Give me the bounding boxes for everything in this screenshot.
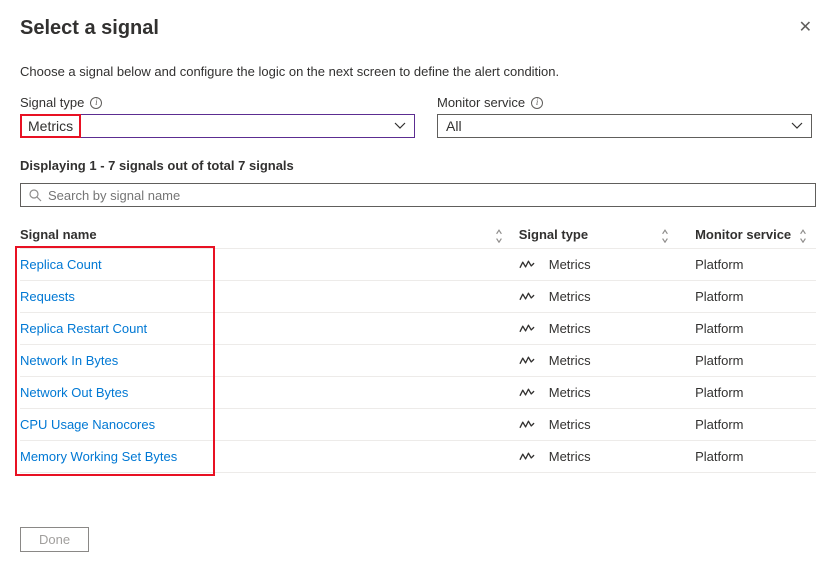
monitor-service-value: All [446,118,462,134]
metric-icon [519,451,535,463]
signal-type-cell: Metrics [549,385,591,400]
column-type-label: Signal type [519,227,588,242]
metric-icon [519,323,535,335]
info-icon[interactable]: i [531,97,543,109]
sort-icon [493,229,505,241]
metric-icon [519,387,535,399]
signal-type-cell: Metrics [549,353,591,368]
signal-type-cell: Metrics [549,449,591,464]
monitor-service-cell: Platform [695,257,743,272]
table-row[interactable]: Requests Metrics Platform [20,281,816,313]
info-icon[interactable]: i [90,97,102,109]
signal-type-cell: Metrics [549,257,591,272]
signal-link[interactable]: Network Out Bytes [20,385,128,400]
column-name-label: Signal name [20,227,97,242]
table-row[interactable]: Network Out Bytes Metrics Platform [20,377,816,409]
metric-icon [519,419,535,431]
page-title: Select a signal [20,17,159,40]
done-button[interactable]: Done [20,527,89,552]
signal-type-value: Metrics [20,114,81,138]
monitor-service-cell: Platform [695,321,743,336]
search-box[interactable] [20,183,816,207]
search-input[interactable] [48,188,807,203]
signal-link[interactable]: CPU Usage Nanocores [20,417,155,432]
signal-type-select[interactable]: Metrics [20,114,415,138]
signal-link[interactable]: Replica Count [20,257,102,272]
monitor-service-cell: Platform [695,385,743,400]
monitor-service-select[interactable]: All [437,114,812,138]
metric-icon [519,259,535,271]
close-icon[interactable]: ✕ [795,16,816,40]
monitor-service-cell: Platform [695,353,743,368]
table-row[interactable]: Replica Count Metrics Platform [20,249,816,281]
table-row[interactable]: Network In Bytes Metrics Platform [20,345,816,377]
column-header-name[interactable]: Signal name [20,221,519,249]
sort-icon [797,229,809,241]
table-row[interactable]: Memory Working Set Bytes Metrics Platfor… [20,441,816,473]
description-text: Choose a signal below and configure the … [20,64,816,79]
signal-type-label: Signal type [20,95,84,110]
chevron-down-icon [791,122,803,130]
signal-type-cell: Metrics [549,321,591,336]
monitor-service-cell: Platform [695,449,743,464]
signal-link[interactable]: Memory Working Set Bytes [20,449,177,464]
signal-type-cell: Metrics [549,289,591,304]
signal-link[interactable]: Replica Restart Count [20,321,147,336]
column-header-service[interactable]: Monitor service [695,221,816,249]
signal-link[interactable]: Network In Bytes [20,353,118,368]
monitor-service-cell: Platform [695,417,743,432]
metric-icon [519,355,535,367]
table-row[interactable]: CPU Usage Nanocores Metrics Platform [20,409,816,441]
column-service-label: Monitor service [695,227,791,242]
search-icon [29,189,42,202]
signal-link[interactable]: Requests [20,289,75,304]
monitor-service-label: Monitor service [437,95,525,110]
signal-type-cell: Metrics [549,417,591,432]
column-header-type[interactable]: Signal type [519,221,695,249]
monitor-service-cell: Platform [695,289,743,304]
metric-icon [519,291,535,303]
sort-icon [659,229,671,241]
table-row[interactable]: Replica Restart Count Metrics Platform [20,313,816,345]
chevron-down-icon [394,122,406,130]
result-count: Displaying 1 - 7 signals out of total 7 … [20,158,816,173]
